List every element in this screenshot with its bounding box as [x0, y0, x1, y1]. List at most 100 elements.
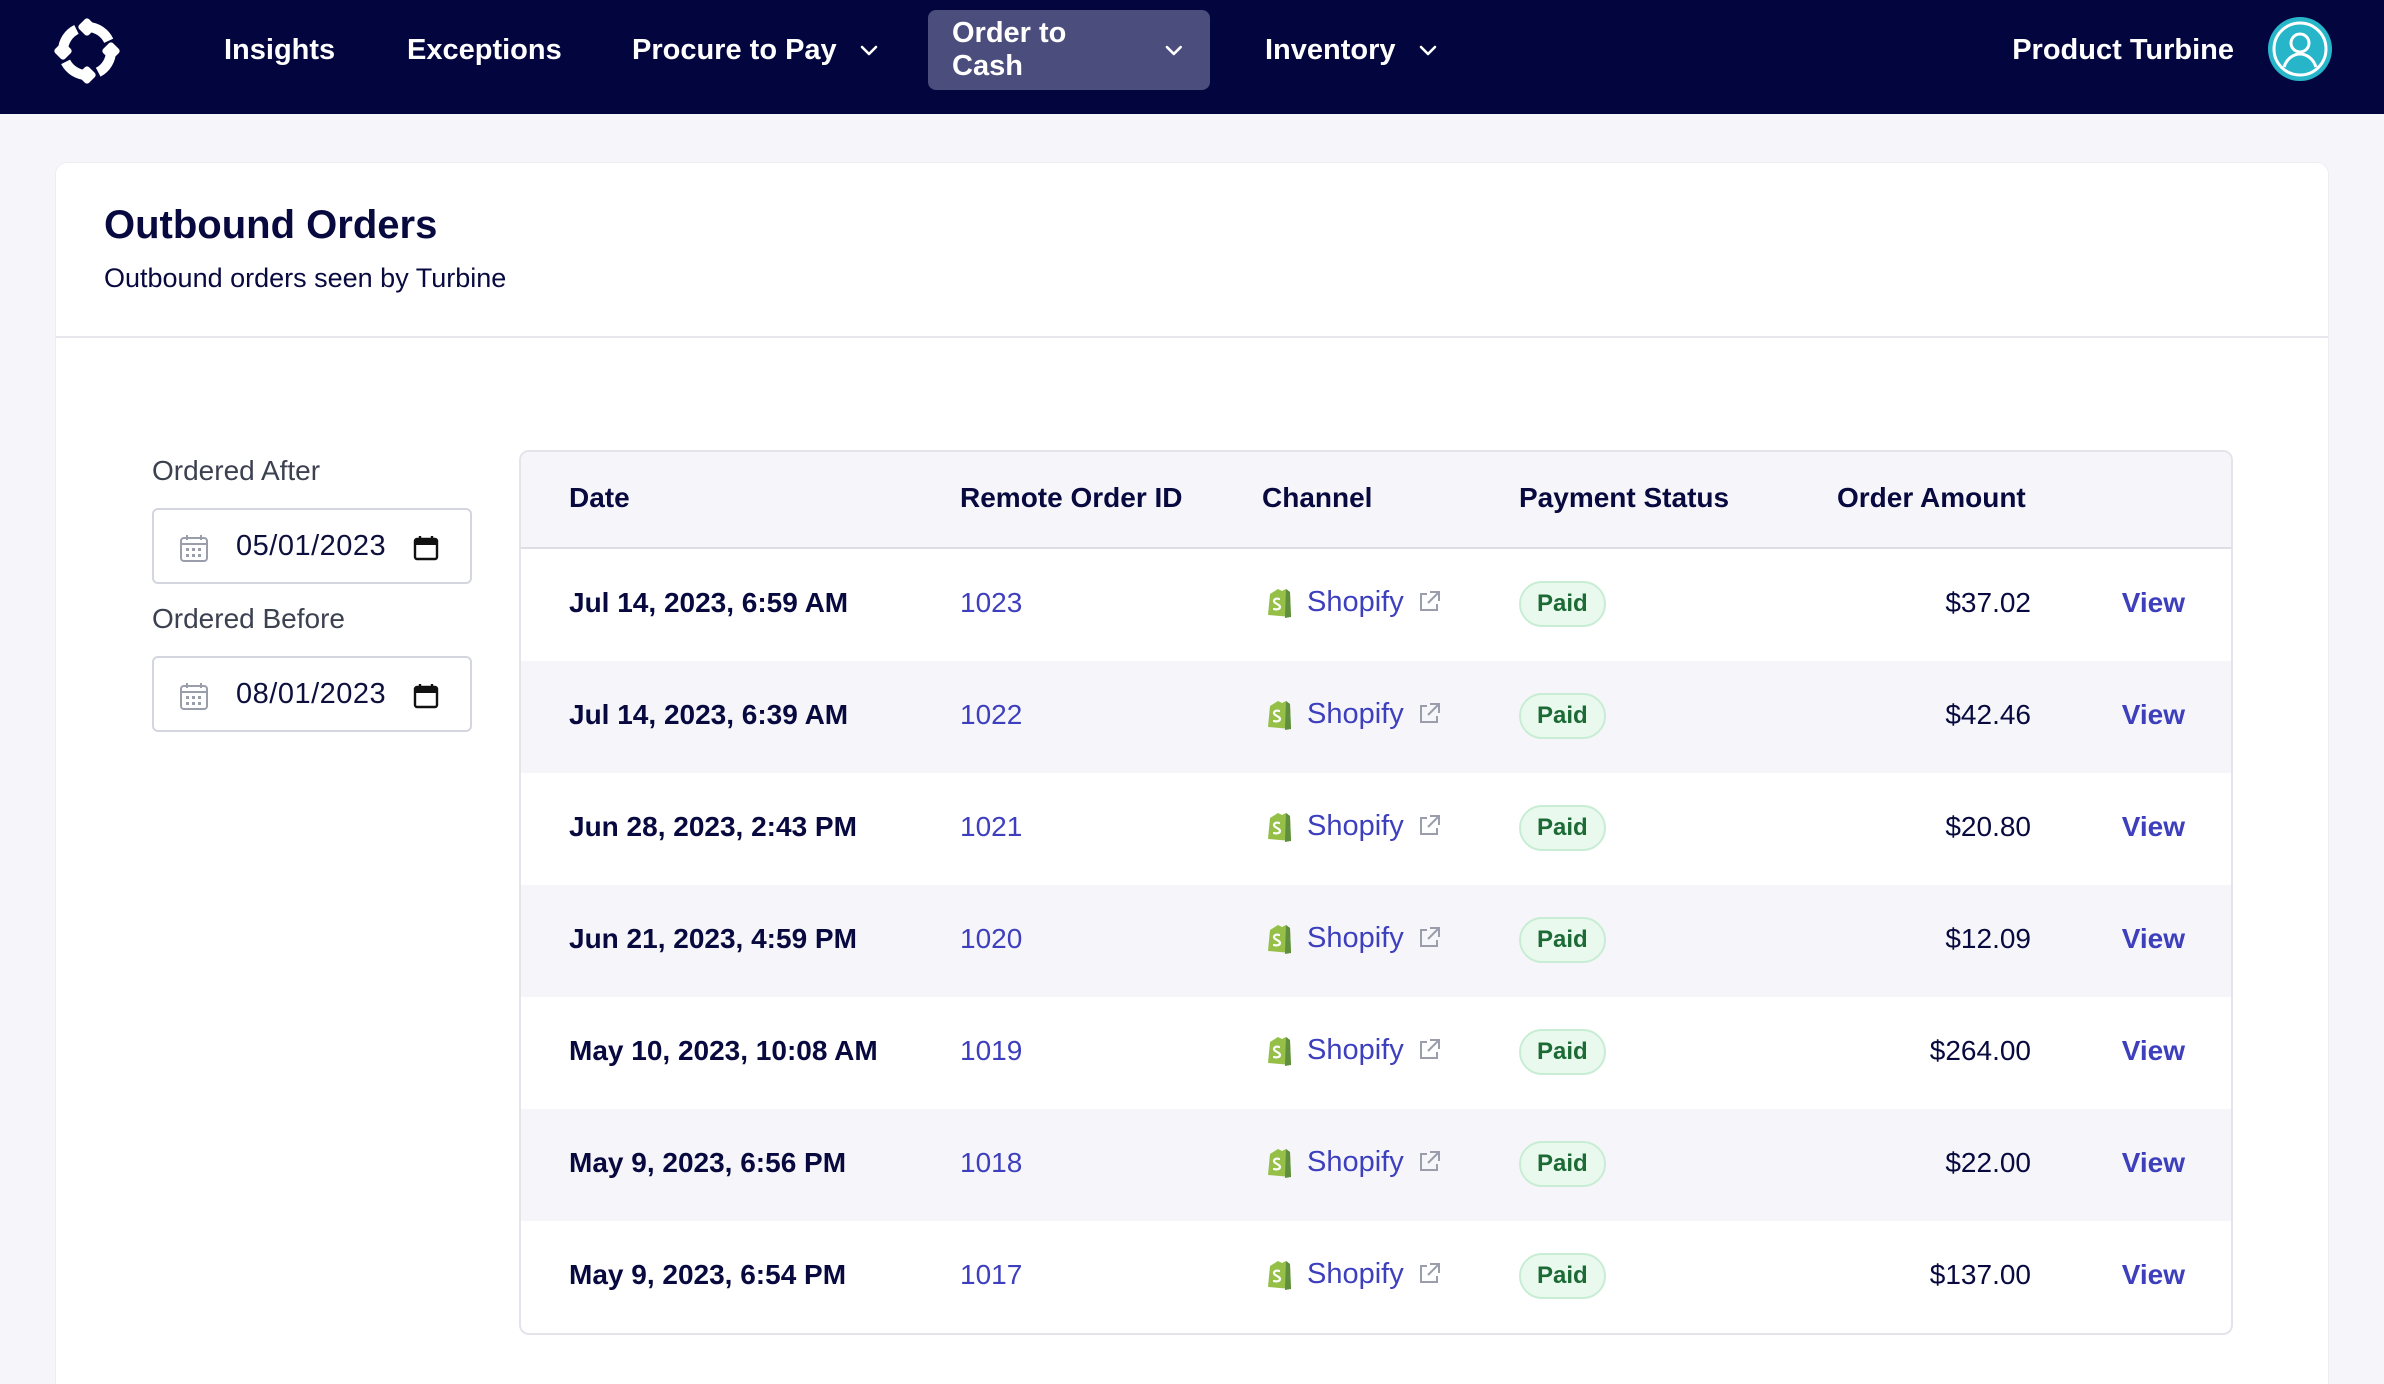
chevron-down-icon: [1419, 45, 1436, 56]
nav-exceptions[interactable]: Exceptions: [383, 10, 586, 90]
order-amount: $12.09: [1945, 923, 2031, 954]
channel-name: Shopify: [1307, 1033, 1404, 1066]
channel-link[interactable]: Shopify: [1265, 1033, 1442, 1067]
turbine-logo-icon[interactable]: [52, 16, 122, 86]
payment-status-badge: Paid: [1519, 1253, 1606, 1299]
remote-order-id-link[interactable]: 1018: [960, 1147, 1022, 1179]
channel-name: Shopify: [1307, 1257, 1404, 1290]
view-order-link[interactable]: View: [2122, 1035, 2185, 1067]
order-date: Jun 21, 2023, 4:59 PM: [569, 923, 857, 954]
channel-link[interactable]: Shopify: [1265, 697, 1442, 731]
ordered-before-field[interactable]: 08/01/2023: [152, 656, 472, 732]
nav-inventory[interactable]: Inventory: [1241, 10, 1464, 90]
shopify-icon: [1268, 1149, 1291, 1178]
chevron-down-icon: [860, 45, 877, 56]
remote-order-id-link[interactable]: 1019: [960, 1035, 1022, 1067]
date-picker-icon[interactable]: [412, 682, 440, 710]
channel-name: Shopify: [1307, 809, 1404, 842]
table-row[interactable]: Jul 14, 2023, 6:39 AM 1022 Shopify Paid …: [521, 661, 2231, 773]
view-order-link[interactable]: View: [2122, 699, 2185, 731]
date-picker-icon[interactable]: [412, 534, 440, 562]
nav-insights[interactable]: Insights: [200, 10, 359, 90]
table-row[interactable]: May 9, 2023, 6:54 PM 1017 Shopify Paid $…: [521, 1221, 2231, 1333]
view-order-link[interactable]: View: [2122, 587, 2185, 619]
channel-name: Shopify: [1307, 585, 1404, 618]
channel-link[interactable]: Shopify: [1265, 585, 1442, 619]
payment-status-badge: Paid: [1519, 581, 1606, 627]
external-link-icon: [1419, 815, 1440, 835]
payment-status-badge: Paid: [1519, 693, 1606, 739]
order-date: Jul 14, 2023, 6:39 AM: [569, 699, 849, 730]
header-order-amount[interactable]: Order Amount: [1837, 482, 2026, 514]
external-link-icon: [1419, 703, 1440, 723]
payment-status-badge: Paid: [1519, 917, 1606, 963]
channel-name: Shopify: [1307, 697, 1404, 730]
payment-status-badge: Paid: [1519, 805, 1606, 851]
order-date: Jul 14, 2023, 6:59 AM: [569, 587, 849, 618]
calendar-icon: [180, 535, 208, 562]
header-channel[interactable]: Channel: [1262, 482, 1372, 514]
payment-status-badge: Paid: [1519, 1029, 1606, 1075]
channel-link[interactable]: Shopify: [1265, 921, 1442, 955]
shopify-icon: [1268, 701, 1291, 730]
payment-status-badge: Paid: [1519, 1141, 1606, 1187]
nav-procure-to-pay-label: Procure to Pay: [632, 33, 837, 66]
card-header: Outbound Orders Outbound orders seen by …: [56, 163, 2328, 338]
remote-order-id-link[interactable]: 1023: [960, 587, 1022, 619]
nav-insights-label: Insights: [224, 33, 336, 66]
calendar-icon: [180, 683, 208, 710]
shopify-icon: [1268, 813, 1291, 842]
top-nav: Insights Exceptions Procure to Pay Order…: [0, 0, 2384, 114]
nav-procure-to-pay[interactable]: Procure to Pay: [608, 10, 905, 90]
header-date[interactable]: Date: [569, 482, 630, 514]
channel-name: Shopify: [1307, 921, 1404, 954]
header-payment-status[interactable]: Payment Status: [1519, 482, 1729, 514]
nav-inventory-label: Inventory: [1265, 33, 1396, 66]
order-amount: $22.00: [1945, 1147, 2031, 1178]
remote-order-id-link[interactable]: 1017: [960, 1259, 1022, 1291]
order-date: Jun 28, 2023, 2:43 PM: [569, 811, 857, 842]
ordered-after-label: Ordered After: [152, 455, 321, 486]
table-row[interactable]: May 9, 2023, 6:56 PM 1018 Shopify Paid $…: [521, 1109, 2231, 1221]
external-link-icon: [1419, 927, 1440, 947]
order-amount: $264.00: [1929, 1035, 2031, 1066]
view-order-link[interactable]: View: [2122, 923, 2185, 955]
chevron-down-icon: [1166, 45, 1183, 56]
header-remote-order-id[interactable]: Remote Order ID: [960, 482, 1183, 514]
external-link-icon: [1419, 1039, 1440, 1059]
ordered-before-label: Ordered Before: [152, 603, 345, 634]
ordered-after-field[interactable]: 05/01/2023: [152, 508, 472, 584]
order-amount: $20.80: [1945, 811, 2031, 842]
nav-exceptions-label: Exceptions: [407, 33, 562, 66]
shopify-icon: [1268, 1261, 1291, 1290]
table-row[interactable]: Jun 28, 2023, 2:43 PM 1021 Shopify Paid …: [521, 773, 2231, 885]
orders-table: Date Remote Order ID Channel Payment Sta…: [519, 450, 2233, 1335]
remote-order-id-link[interactable]: 1022: [960, 699, 1022, 731]
view-order-link[interactable]: View: [2122, 811, 2185, 843]
order-amount: $37.02: [1945, 587, 2031, 618]
nav-order-to-cash[interactable]: Order to Cash: [928, 10, 1210, 90]
remote-order-id-link[interactable]: 1020: [960, 923, 1022, 955]
ordered-after-value: 05/01/2023: [236, 530, 387, 562]
order-date: May 10, 2023, 10:08 AM: [569, 1035, 878, 1066]
user-avatar-icon[interactable]: [2268, 17, 2332, 81]
remote-order-id-link[interactable]: 1021: [960, 811, 1022, 843]
table-row[interactable]: Jun 21, 2023, 4:59 PM 1020 Shopify Paid …: [521, 885, 2231, 997]
order-date: May 9, 2023, 6:54 PM: [569, 1259, 847, 1290]
page-title: Outbound Orders: [104, 203, 438, 247]
external-link-icon: [1419, 1151, 1440, 1171]
nav-order-to-cash-label: Order to Cash: [952, 17, 1067, 82]
user-name[interactable]: Product Turbine: [2012, 10, 2234, 90]
table-row[interactable]: Jul 14, 2023, 6:59 AM 1023 Shopify Paid …: [521, 549, 2231, 661]
channel-link[interactable]: Shopify: [1265, 1145, 1442, 1179]
table-header: Date Remote Order ID Channel Payment Sta…: [521, 452, 2231, 549]
channel-link[interactable]: Shopify: [1265, 1257, 1442, 1291]
shopify-icon: [1268, 1037, 1291, 1066]
table-row[interactable]: May 10, 2023, 10:08 AM 1019 Shopify Paid…: [521, 997, 2231, 1109]
channel-link[interactable]: Shopify: [1265, 809, 1442, 843]
channel-name: Shopify: [1307, 1145, 1404, 1178]
view-order-link[interactable]: View: [2122, 1147, 2185, 1179]
shopify-icon: [1268, 589, 1291, 618]
order-amount: $137.00: [1929, 1259, 2031, 1290]
view-order-link[interactable]: View: [2122, 1259, 2185, 1291]
